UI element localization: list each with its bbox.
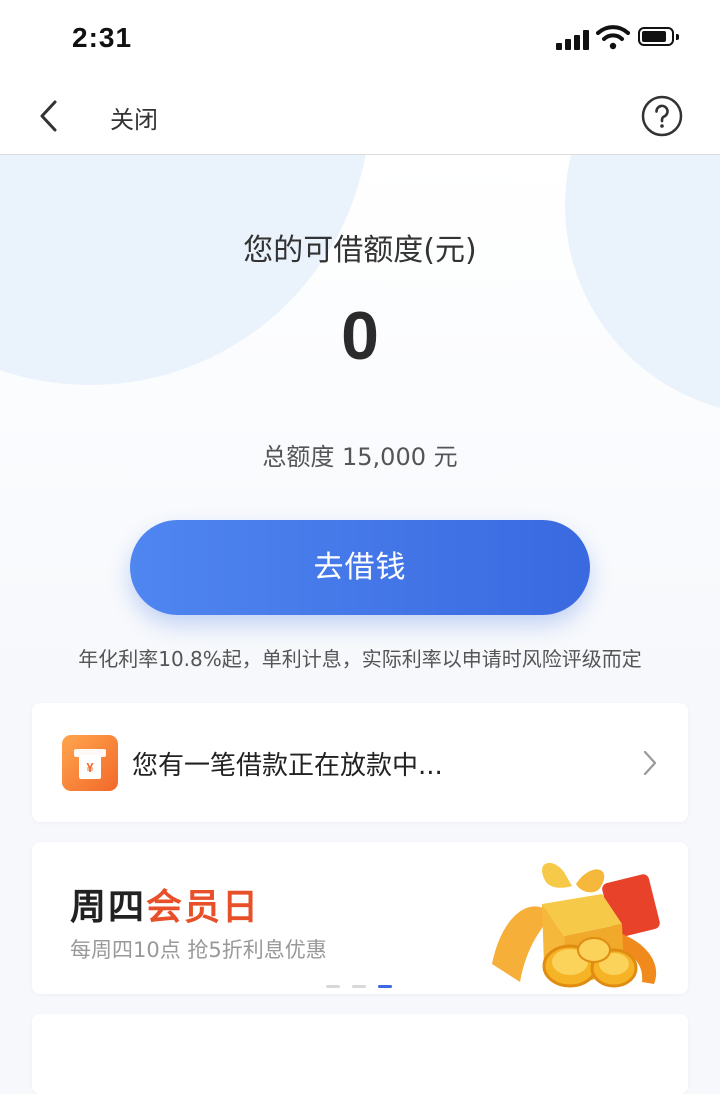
status-bar: 2:31 — [0, 0, 720, 78]
gift-box-illustration — [492, 862, 660, 988]
carousel-indicator — [326, 973, 404, 992]
promo-title-day: 周四 — [70, 887, 147, 928]
close-button[interactable]: 关闭 — [110, 100, 158, 135]
promo-title-highlight: 会员日 — [146, 887, 261, 928]
credit-section: 您的可借额度(元) 0 总额度 15,000 元 去借钱 年化利率10.8%起，… — [0, 155, 720, 700]
yen-symbol: ¥ — [86, 760, 94, 775]
background-decoration — [565, 155, 720, 415]
total-limit-text: 总额度 15,000 元 — [262, 443, 458, 471]
promo-subtitle: 每周四10点 抢5折利息优惠 — [70, 938, 327, 962]
credit-limit-value: 0 — [341, 298, 379, 374]
loan-status-card[interactable]: ¥ 您有一笔借款正在放款中... — [32, 703, 688, 822]
back-chevron-icon[interactable] — [30, 96, 70, 136]
interest-rate-note: 年化利率10.8%起，单利计息，实际利率以申请时风险评级而定 — [78, 647, 642, 671]
chevron-right-icon — [643, 750, 657, 776]
loan-status-text: 您有一笔借款正在放款中... — [132, 751, 443, 781]
promo-title: 周四会员日 — [70, 878, 260, 930]
credit-limit-label: 您的可借额度(元) — [243, 233, 477, 268]
status-time: 2:31 — [72, 22, 133, 53]
cellular-signal-icon — [556, 30, 590, 50]
nav-bar: 关闭 — [0, 78, 720, 155]
carousel-dot — [326, 985, 340, 988]
borrow-button[interactable]: 去借钱 — [130, 520, 590, 615]
member-day-banner[interactable]: 周四会员日 每周四10点 抢5折利息优惠 — [32, 842, 688, 994]
help-icon[interactable] — [641, 95, 683, 137]
carousel-dot-active — [378, 985, 392, 988]
next-card — [32, 1014, 688, 1094]
loan-disbursing-icon: ¥ — [62, 735, 118, 791]
wifi-icon — [596, 25, 630, 50]
battery-icon — [638, 27, 679, 46]
carousel-dot — [352, 985, 366, 988]
